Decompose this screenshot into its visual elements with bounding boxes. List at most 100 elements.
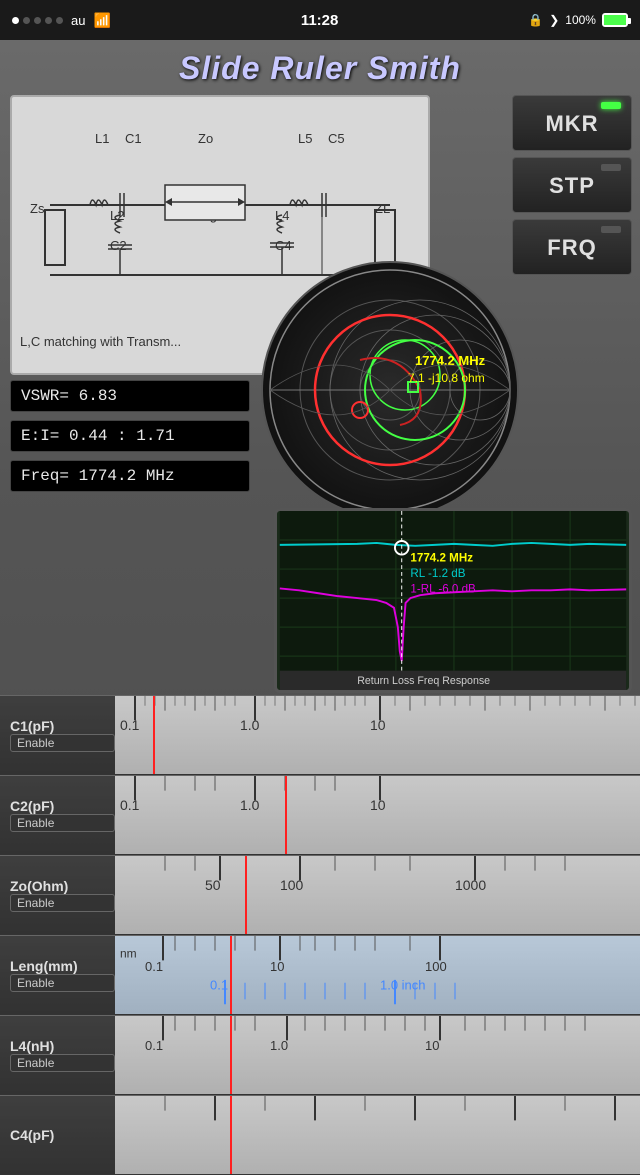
signal-dot-1 <box>12 17 19 24</box>
svg-text:1.0 inch: 1.0 inch <box>380 978 426 993</box>
c1-label-box: C1(pF) Enable <box>0 696 115 774</box>
leng-enable-button[interactable]: Enable <box>10 974 115 992</box>
app-title: Slide Ruler Smith <box>0 40 640 93</box>
svg-text:Zs: Zs <box>30 201 45 216</box>
c1-slider-section: C1(pF) Enable 0.1 1.0 10 <box>0 695 640 775</box>
svg-text:nm: nm <box>120 947 137 961</box>
l4-enable-button[interactable]: Enable <box>10 1054 115 1072</box>
smith-chart[interactable]: 1774.2 MHz 7.1 -j10.8 ohm <box>260 260 520 520</box>
signal-dot-3 <box>34 17 41 24</box>
l4-red-line <box>230 1016 232 1094</box>
svg-text:L5: L5 <box>298 131 312 146</box>
c1-name: C1(pF) <box>10 718 115 734</box>
svg-text:L1: L1 <box>95 131 109 146</box>
svg-text:0.1: 0.1 <box>145 959 163 974</box>
svg-text:C4: C4 <box>275 238 292 253</box>
svg-text:50: 50 <box>205 877 221 893</box>
mkr-button[interactable]: MKR <box>512 95 632 151</box>
c4-ruler[interactable] <box>115 1096 640 1174</box>
wifi-icon: 📶 <box>93 12 110 29</box>
l4-name: L4(nH) <box>10 1038 115 1054</box>
zo-enable-button[interactable]: Enable <box>10 894 115 912</box>
stp-led <box>601 164 621 171</box>
svg-text:1.0: 1.0 <box>270 1038 288 1053</box>
main-area: Slide Ruler Smith L1 C1 Zo L5 C5 Zs L2 C… <box>0 40 640 1136</box>
leng-label-box: Leng(mm) Enable <box>0 936 115 1014</box>
svg-text:0.1: 0.1 <box>120 797 139 813</box>
zo-ticks-svg: 50 100 1000 <box>115 856 640 934</box>
vswr-display: VSWR= 6.83 <box>10 380 250 412</box>
lock-icon: 🔒 <box>528 13 543 27</box>
c4-label-box: C4(pF) <box>0 1096 115 1174</box>
svg-text:Return Loss Freq Response: Return Loss Freq Response <box>357 675 490 687</box>
mkr-led <box>601 102 621 109</box>
signal-dot-4 <box>45 17 52 24</box>
svg-text:1-RL -6.0 dB: 1-RL -6.0 dB <box>410 582 476 595</box>
leng-ticks-svg: nm 0.1 10 100 0.1 1.0 inch <box>115 936 640 1014</box>
c4-ticks-svg <box>115 1096 640 1174</box>
ei-display: E:I= 0.44 : 1.71 <box>10 420 250 452</box>
c2-slider-section: C2(pF) Enable 0.1 1.0 10 <box>0 775 640 855</box>
signal-dot-5 <box>56 17 63 24</box>
carrier-label: au <box>71 13 85 28</box>
l4-label-box: L4(nH) Enable <box>0 1016 115 1094</box>
battery-fill <box>604 15 626 25</box>
l4-ruler[interactable]: 0.1 1.0 10 <box>115 1016 640 1094</box>
freq-chart-svg: 1774.2 MHz RL -1.2 dB 1-RL -6.0 dB Retur… <box>277 511 629 690</box>
svg-text:100: 100 <box>425 959 447 974</box>
leng-red-line <box>230 936 232 1014</box>
svg-text:10: 10 <box>425 1038 439 1053</box>
c2-name: C2(pF) <box>10 798 115 814</box>
c4-red-line <box>230 1096 232 1174</box>
freq-response-chart[interactable]: 1774.2 MHz RL -1.2 dB 1-RL -6.0 dB Retur… <box>274 508 632 693</box>
svg-text:ZL: ZL <box>375 201 390 216</box>
frq-led <box>601 226 621 233</box>
freq-display: Freq= 1774.2 MHz <box>10 460 250 492</box>
c1-ruler[interactable]: 0.1 1.0 10 <box>115 696 640 774</box>
svg-text:1.0: 1.0 <box>240 717 260 733</box>
l4-ticks-svg: 0.1 1.0 10 <box>115 1016 640 1094</box>
frq-button[interactable]: FRQ <box>512 219 632 275</box>
leng-ruler[interactable]: nm 0.1 10 100 0.1 1.0 inch <box>115 936 640 1014</box>
zo-ruler[interactable]: 50 100 1000 <box>115 856 640 934</box>
c1-enable-button[interactable]: Enable <box>10 734 115 752</box>
c1-ticks-svg: 0.1 1.0 10 <box>115 696 640 774</box>
svg-text:C1: C1 <box>125 131 142 146</box>
svg-text:10: 10 <box>370 717 386 733</box>
c2-red-line <box>285 776 287 854</box>
svg-text:Zo: Zo <box>198 131 213 146</box>
battery-percent: 100% <box>565 13 596 27</box>
location-icon: ❯ <box>549 13 559 27</box>
svg-text:1.0: 1.0 <box>240 797 260 813</box>
c4-name: C4(pF) <box>10 1127 115 1143</box>
svg-text:7.1 -j10.8 ohm: 7.1 -j10.8 ohm <box>408 371 485 385</box>
svg-text:10: 10 <box>370 797 386 813</box>
svg-text:RL -1.2 dB: RL -1.2 dB <box>410 567 465 580</box>
c2-ruler[interactable]: 0.1 1.0 10 <box>115 776 640 854</box>
zo-label-box: Zo(Ohm) Enable <box>0 856 115 934</box>
zo-slider-section: Zo(Ohm) Enable 50 100 1000 <box>0 855 640 935</box>
svg-text:C5: C5 <box>328 131 345 146</box>
svg-text:1774.2 MHz: 1774.2 MHz <box>410 551 473 564</box>
zo-name: Zo(Ohm) <box>10 878 115 894</box>
stp-button[interactable]: STP <box>512 157 632 213</box>
svg-text:10: 10 <box>270 959 284 974</box>
svg-text:0.1: 0.1 <box>120 717 139 733</box>
l4-slider-section: L4(nH) Enable 0.1 1.0 10 <box>0 1015 640 1095</box>
c2-ticks-svg: 0.1 1.0 10 <box>115 776 640 854</box>
zo-red-line <box>245 856 247 934</box>
c2-enable-button[interactable]: Enable <box>10 814 115 832</box>
svg-text:1000: 1000 <box>455 877 486 893</box>
leng-name: Leng(mm) <box>10 958 115 974</box>
c1-red-line <box>153 696 155 774</box>
right-buttons: MKR STP FRQ <box>512 95 632 275</box>
svg-text:1774.2 MHz: 1774.2 MHz <box>415 353 486 368</box>
status-right: 🔒 ❯ 100% <box>528 13 628 27</box>
smith-svg: 1774.2 MHz 7.1 -j10.8 ohm <box>260 260 520 520</box>
status-left: au 📶 <box>12 12 111 29</box>
status-bar: au 📶 11:28 🔒 ❯ 100% <box>0 0 640 40</box>
status-time: 11:28 <box>301 12 339 29</box>
battery-icon <box>602 13 628 27</box>
c4-slider-section: C4(pF) <box>0 1095 640 1175</box>
signal-dot-2 <box>23 17 30 24</box>
